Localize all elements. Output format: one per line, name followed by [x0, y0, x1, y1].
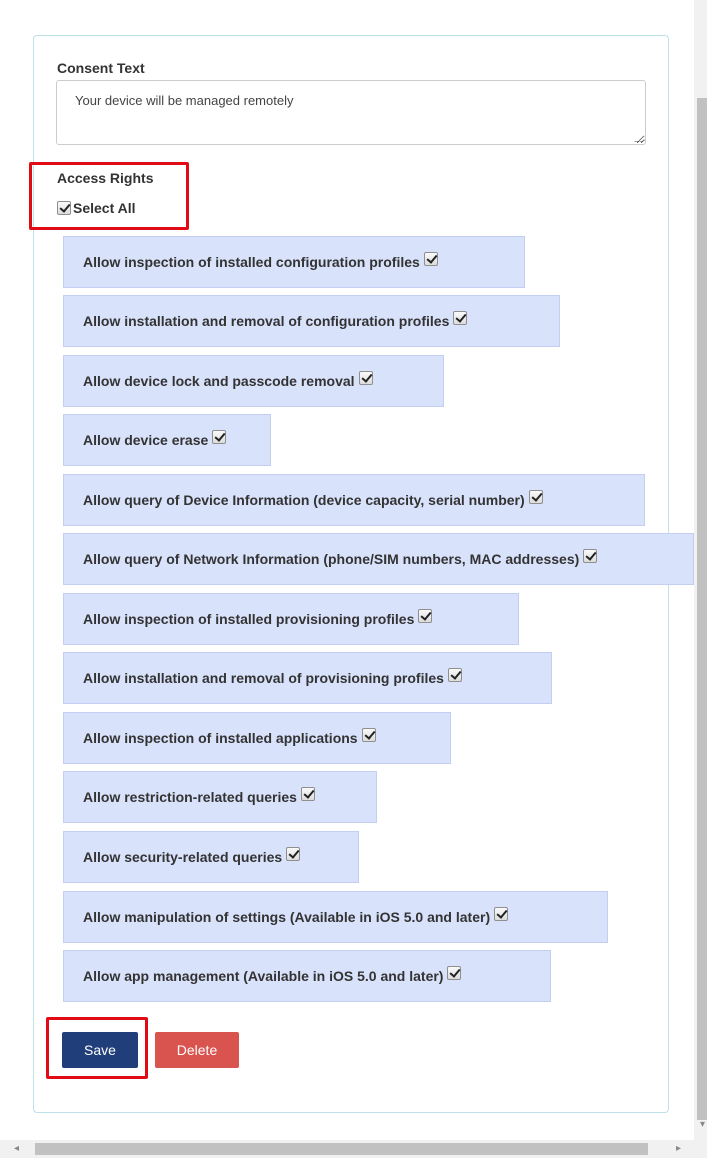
right-checkbox[interactable] — [447, 966, 462, 980]
right-app-management[interactable]: Allow app management (Available in iOS 5… — [63, 950, 551, 1002]
scroll-right-arrow-icon[interactable]: ▸ — [676, 1144, 681, 1154]
select-all-checkbox[interactable] — [57, 201, 71, 215]
right-label: Allow installation and removal of config… — [83, 313, 450, 329]
scroll-left-arrow-icon[interactable]: ◂ — [14, 1144, 19, 1154]
right-query-network-info[interactable]: Allow query of Network Information (phon… — [63, 533, 694, 585]
right-label: Allow query of Network Information (phon… — [83, 551, 580, 567]
right-checkbox[interactable] — [423, 252, 438, 266]
right-checkbox[interactable] — [494, 907, 509, 921]
consent-text-value: Your device will be managed remotely — [75, 93, 294, 108]
right-checkbox[interactable] — [528, 490, 543, 504]
right-inspect-config-profiles[interactable]: Allow inspection of installed configurat… — [63, 236, 525, 288]
right-install-config-profiles[interactable]: Allow installation and removal of config… — [63, 295, 560, 347]
vertical-scrollbar-thumb[interactable] — [697, 98, 707, 1120]
right-checkbox[interactable] — [583, 549, 598, 563]
consent-text-area[interactable]: Your device will be managed remotely — [56, 80, 646, 145]
right-label: Allow device lock and passcode removal — [83, 373, 355, 389]
select-all-control[interactable]: Select All — [57, 200, 136, 216]
right-query-device-info[interactable]: Allow query of Device Information (devic… — [63, 474, 645, 526]
right-checkbox[interactable] — [212, 430, 227, 444]
access-rights-label: Access Rights — [57, 170, 154, 186]
right-manipulate-settings[interactable]: Allow manipulation of settings (Availabl… — [63, 891, 608, 943]
right-checkbox[interactable] — [453, 311, 468, 325]
save-button[interactable]: Save — [62, 1032, 138, 1068]
right-label: Allow inspection of installed configurat… — [83, 254, 420, 270]
right-checkbox[interactable] — [300, 787, 315, 801]
right-label: Allow security-related queries — [83, 849, 283, 865]
right-label: Allow device erase — [83, 432, 209, 448]
right-label: Allow inspection of installed provisioni… — [83, 611, 415, 627]
right-label: Allow manipulation of settings (Availabl… — [83, 909, 491, 925]
right-inspect-applications[interactable]: Allow inspection of installed applicatio… — [63, 712, 451, 764]
right-device-erase[interactable]: Allow device erase — [63, 414, 271, 466]
right-security-queries[interactable]: Allow security-related queries — [63, 831, 359, 883]
right-label: Allow app management (Available in iOS 5… — [83, 968, 444, 984]
scroll-down-arrow-icon[interactable]: ▾ — [700, 1120, 705, 1130]
right-inspect-provisioning-profiles[interactable]: Allow inspection of installed provisioni… — [63, 593, 519, 645]
right-install-provisioning-profiles[interactable]: Allow installation and removal of provis… — [63, 652, 552, 704]
right-checkbox[interactable] — [447, 668, 462, 682]
resize-grip-icon[interactable] — [634, 133, 645, 142]
right-label: Allow installation and removal of provis… — [83, 670, 444, 686]
horizontal-scrollbar-thumb[interactable] — [35, 1143, 648, 1155]
right-restriction-queries[interactable]: Allow restriction-related queries — [63, 771, 377, 823]
right-label: Allow inspection of installed applicatio… — [83, 730, 358, 746]
delete-button[interactable]: Delete — [155, 1032, 239, 1068]
right-checkbox[interactable] — [418, 609, 433, 623]
right-checkbox[interactable] — [358, 371, 373, 385]
right-checkbox[interactable] — [286, 847, 301, 861]
right-label: Allow restriction-related queries — [83, 789, 297, 805]
consent-text-label: Consent Text — [57, 60, 145, 76]
right-checkbox[interactable] — [361, 728, 376, 742]
right-device-lock[interactable]: Allow device lock and passcode removal — [63, 355, 444, 407]
select-all-label: Select All — [73, 200, 136, 216]
right-label: Allow query of Device Information (devic… — [83, 492, 525, 508]
